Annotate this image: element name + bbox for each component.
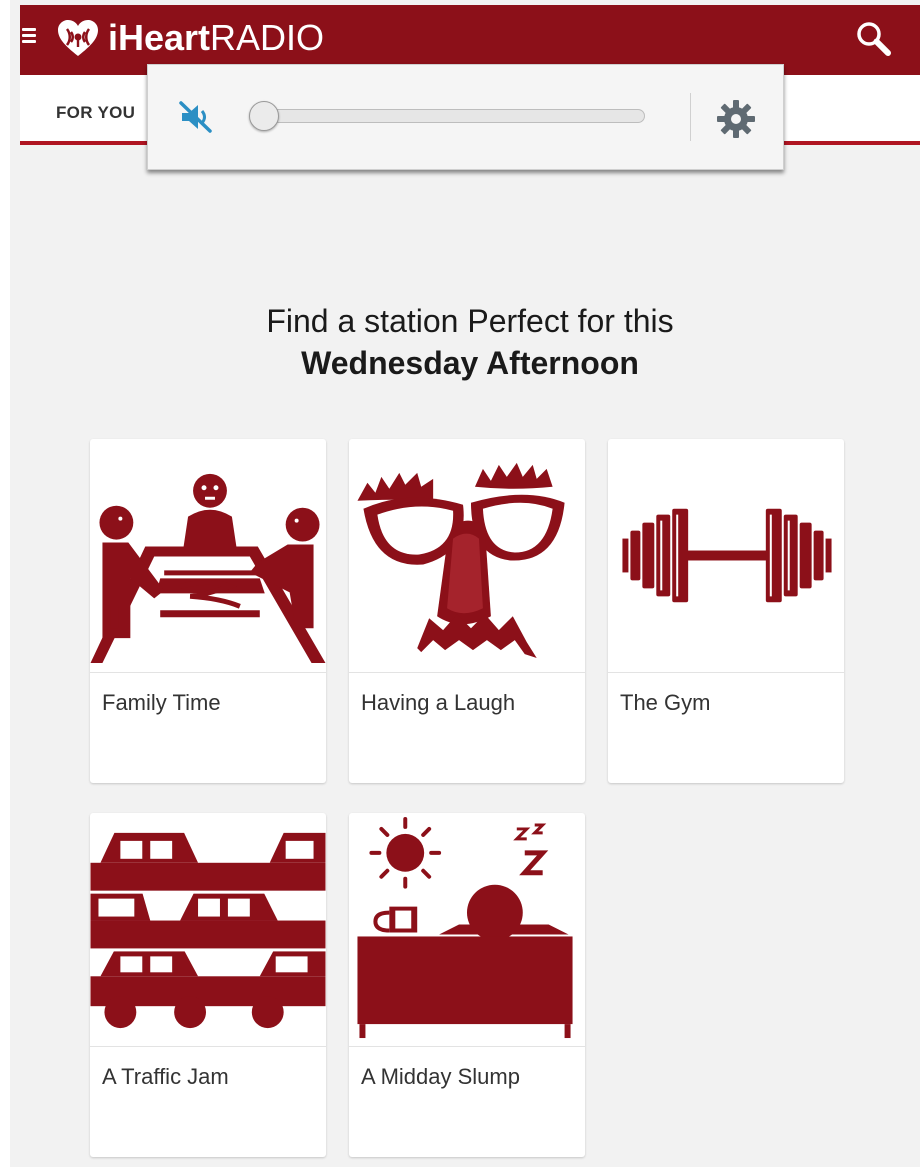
menu-icon[interactable] <box>22 28 36 44</box>
station-card-a-midday-slump[interactable]: A Midday Slump <box>349 813 585 1157</box>
dumbbell-icon <box>608 508 844 673</box>
iheart-logo-icon <box>58 20 98 56</box>
station-card-label: Having a Laugh <box>361 690 516 715</box>
logo-wordmark: iHeartRADIO <box>108 17 325 58</box>
page-headline: Find a station Perfect for this Wednesda… <box>20 300 920 384</box>
left-edge-strip <box>0 0 10 1167</box>
app-logo[interactable]: iHeartRADIO <box>54 13 324 63</box>
search-icon[interactable] <box>854 19 894 59</box>
station-card-label: The Gym <box>620 690 711 715</box>
station-card-label: A Midday Slump <box>361 1064 520 1089</box>
popup-divider <box>690 93 691 141</box>
sleepy-desk-icon <box>349 816 585 1047</box>
traffic-cars-icon <box>90 832 326 1047</box>
funny-glasses-icon <box>349 462 585 673</box>
station-card-label: Family Time <box>102 690 221 715</box>
station-card-a-traffic-jam[interactable]: A Traffic Jam <box>90 813 326 1157</box>
headline-line2: Wednesday Afternoon <box>301 345 639 381</box>
station-card-label: A Traffic Jam <box>102 1064 229 1089</box>
station-card-having-a-laugh[interactable]: Having a Laugh <box>349 439 585 783</box>
volume-slider-thumb[interactable] <box>249 101 279 131</box>
tab-for-you[interactable]: FOR YOU <box>56 103 135 123</box>
mute-speaker-icon[interactable] <box>176 97 216 137</box>
volume-popup <box>147 64 784 170</box>
family-table-icon <box>90 473 326 673</box>
gear-icon[interactable] <box>714 97 758 141</box>
station-card-family-time[interactable]: Family Time <box>90 439 326 783</box>
headline-line1: Find a station Perfect for this <box>266 303 674 339</box>
station-card-the-gym[interactable]: The Gym <box>608 439 844 783</box>
volume-slider-track[interactable] <box>253 109 645 123</box>
